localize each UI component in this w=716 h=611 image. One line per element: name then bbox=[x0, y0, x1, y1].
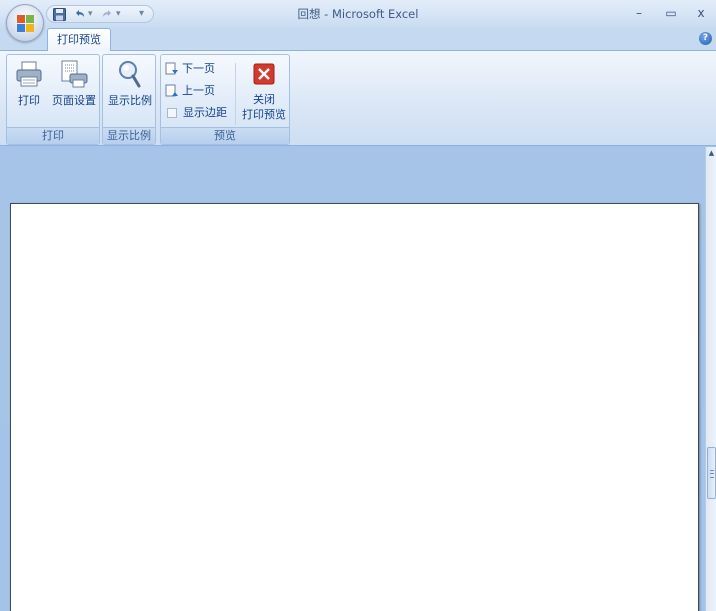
checkbox-icon[interactable] bbox=[167, 108, 177, 118]
zoom-button-label: 显示比例 bbox=[108, 94, 152, 107]
zoom-button[interactable]: 显示比例 bbox=[104, 57, 156, 113]
preview-page[interactable] bbox=[10, 203, 699, 611]
office-button[interactable] bbox=[6, 4, 44, 42]
window-title: 回想 - Microsoft Excel bbox=[297, 7, 419, 21]
close-preview-label-line1: 关闭 bbox=[253, 93, 275, 106]
group-preview-label: 预览 bbox=[161, 127, 289, 144]
restore-button[interactable]: ▭ bbox=[660, 4, 682, 22]
page-setup-button-label: 页面设置 bbox=[52, 94, 96, 107]
previous-page-label: 上一页 bbox=[182, 84, 215, 97]
show-margins-label: 显示边距 bbox=[183, 106, 227, 119]
print-button[interactable]: 打印 bbox=[10, 57, 48, 113]
ribbon-tab-row: 打印预览 ? bbox=[0, 28, 716, 51]
previous-page-button[interactable]: 上一页 bbox=[165, 81, 215, 101]
printer-icon bbox=[16, 61, 42, 87]
page-setup-button[interactable]: 页面设置 bbox=[49, 57, 99, 113]
scroll-thumb[interactable] bbox=[707, 447, 716, 499]
group-zoom: 显示比例 显示比例 bbox=[102, 54, 156, 145]
help-icon[interactable]: ? bbox=[699, 32, 712, 45]
title-bar: ▾ ▾ ▾ 回想 - Microsoft Excel – ▭ x bbox=[0, 0, 716, 28]
next-page-label: 下一页 bbox=[182, 62, 215, 75]
group-print: 打印 页面设置 打印 bbox=[6, 54, 100, 145]
office-logo-icon bbox=[17, 15, 34, 32]
group-zoom-label: 显示比例 bbox=[103, 127, 155, 144]
next-page-button[interactable]: 下一页 bbox=[165, 59, 215, 79]
close-preview-label-line2: 打印预览 bbox=[242, 108, 286, 121]
vertical-scrollbar[interactable]: ▲ bbox=[705, 147, 716, 611]
close-icon bbox=[253, 63, 275, 85]
close-print-preview-button[interactable]: 关闭 打印预览 bbox=[239, 57, 289, 121]
minimize-button[interactable]: – bbox=[628, 4, 650, 22]
page-setup-icon bbox=[61, 60, 88, 88]
ribbon: 打印 页面设置 打印 显示比例 显示比例 下一页 上一页 显示边距 关闭 打印预… bbox=[0, 50, 716, 146]
tab-print-preview[interactable]: 打印预览 bbox=[47, 28, 111, 51]
group-preview: 下一页 上一页 显示边距 关闭 打印预览 预览 bbox=[160, 54, 290, 145]
scroll-up-arrow-icon[interactable]: ▲ bbox=[706, 147, 716, 159]
next-page-icon bbox=[165, 62, 178, 75]
grip-icon bbox=[710, 470, 714, 478]
close-window-button[interactable]: x bbox=[690, 4, 712, 22]
show-margins-checkbox[interactable]: 显示边距 bbox=[167, 103, 227, 123]
previous-page-icon bbox=[165, 84, 178, 97]
print-preview-area bbox=[0, 147, 705, 611]
magnifier-icon bbox=[119, 61, 141, 88]
group-print-label: 打印 bbox=[7, 127, 99, 144]
group-divider bbox=[235, 63, 236, 125]
print-button-label: 打印 bbox=[18, 94, 40, 107]
